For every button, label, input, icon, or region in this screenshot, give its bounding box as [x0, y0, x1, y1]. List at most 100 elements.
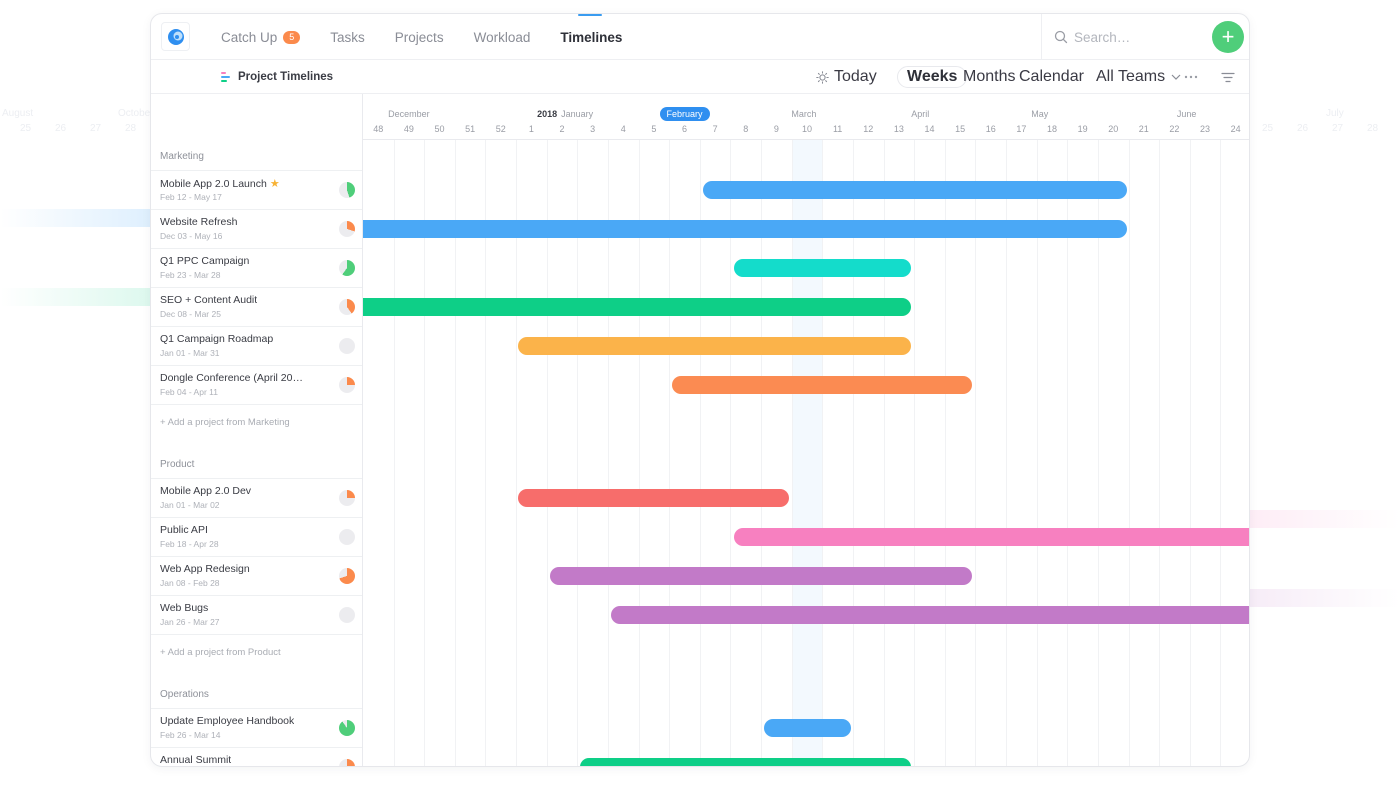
timeline-bar[interactable] [363, 219, 1127, 238]
project-name-text: Web Bugs [160, 602, 209, 614]
page-title: Project Timelines [221, 60, 333, 94]
project-name: Update Employee Handbook [160, 715, 294, 727]
week-label: 6 [682, 124, 688, 134]
month-label-text: April [911, 109, 930, 119]
project-row[interactable]: Public API Feb 18 - Apr 28 [151, 517, 362, 556]
project-name: Q1 PPC Campaign [160, 255, 249, 267]
app-window: Catch Up 5 Tasks Projects Workload Timelines … [150, 13, 1250, 767]
page-title-text: Project Timelines [238, 71, 334, 83]
month-label-text: December [388, 109, 430, 119]
timeline-bar[interactable] [518, 488, 789, 507]
add-project-link[interactable]: + Add a project from Product [160, 647, 281, 658]
week-label: 15 [955, 124, 966, 134]
nav-tab-catch-up[interactable]: Catch Up 5 [221, 14, 301, 60]
project-name-text: Website Refresh [160, 216, 238, 228]
project-dates: Jan 26 - Mar 27 [160, 617, 220, 627]
add-project-link[interactable]: + Add a project from Marketing [160, 417, 290, 428]
star-icon[interactable]: ★ [270, 178, 280, 190]
filter-icon [1221, 72, 1235, 82]
project-row[interactable]: Annual SummitJan 15 - Mar 30 [151, 747, 362, 766]
app-logo[interactable] [161, 22, 190, 51]
project-row[interactable]: Dongle Conference (April 201… Feb 04 - Ap… [151, 365, 362, 404]
week-label: 2 [559, 124, 565, 134]
timeline-bar[interactable] [733, 527, 1249, 546]
week-label: 50 [434, 124, 445, 134]
today-button[interactable]: Today [816, 60, 877, 94]
project-dates: Feb 23 - Mar 28 [160, 270, 221, 280]
timeline-header-divider [363, 139, 1249, 140]
offscreen-month-label: October [118, 108, 154, 119]
view-weeks-button[interactable]: Weeks [897, 66, 968, 88]
year-label: 2018 [537, 109, 558, 119]
nav-tab-timelines[interactable]: Timelines [560, 14, 622, 60]
week-label: 24 [1230, 124, 1241, 134]
add-button[interactable]: + [1212, 21, 1244, 53]
timeline-bar[interactable] [702, 180, 1127, 199]
month-label: June [1177, 109, 1197, 119]
section-header-marketing: Marketing [160, 151, 204, 162]
week-label: 19 [1077, 124, 1088, 134]
week-label: 7 [712, 124, 718, 134]
project-dates: Jan 01 - Mar 02 [160, 500, 220, 510]
view-calendar-button[interactable]: Calendar [1019, 60, 1084, 94]
project-row[interactable]: Q1 PPC Campaign Feb 23 - Mar 28 [151, 248, 362, 287]
progress-pie-icon [339, 568, 355, 584]
project-dates: Feb 12 - May 17 [160, 192, 222, 202]
project-row[interactable]: Website Refresh Dec 03 - May 16 [151, 209, 362, 248]
timeline-bar[interactable] [672, 375, 973, 394]
progress-pie-icon [339, 260, 355, 276]
offscreen-month-label: August [2, 108, 34, 119]
progress-pie-icon [339, 182, 355, 198]
project-row[interactable]: Web App Redesign Jan 08 - Feb 28 [151, 556, 362, 595]
project-name-text: Q1 Campaign Roadmap [160, 333, 274, 345]
project-row[interactable]: Web Bugs Jan 26 - Mar 27 [151, 595, 362, 634]
progress-pie-icon [339, 759, 355, 766]
timeline-bar[interactable] [549, 566, 973, 585]
main-nav: Catch Up 5 Tasks Projects Workload Timelines [221, 14, 652, 60]
timeline-bar[interactable] [611, 605, 1249, 624]
progress-pie-icon [339, 221, 355, 237]
offscreen-week-label: 26 [55, 123, 67, 134]
project-row[interactable]: Q1 Campaign Roadmap Jan 01 - Mar 31 [151, 326, 362, 365]
timeline-bar[interactable] [764, 718, 852, 737]
project-row[interactable]: Mobile App 2.0 Dev Jan 01 - Mar 02 [151, 478, 362, 517]
timeline-bar[interactable] [518, 336, 912, 355]
project-name: Mobile App 2.0 Launch ★ [160, 177, 280, 190]
offscreen-week-label: 25 [1262, 123, 1274, 134]
project-name: Dongle Conference (April 201… [160, 372, 305, 384]
week-label: 4 [620, 124, 626, 134]
timeline-grid: 48 49 50 51 52 1 2 3 4 5 6 7 8 9 10 11 12 13 14 15 16 17 18 19 2… [363, 94, 1249, 766]
month-label-text: June [1176, 109, 1197, 119]
view-months-button[interactable]: Months [963, 60, 1015, 94]
month-label: 2018 January [537, 109, 593, 119]
search-icon [1054, 30, 1068, 44]
project-name: Public API [160, 524, 208, 536]
nav-tab-workload[interactable]: Workload [474, 14, 531, 60]
offscreen-week-label: 27 [90, 123, 102, 134]
project-name-text: SEO + Content Audit [160, 294, 258, 306]
timeline-toolbar: Project Timelines Today Weeks Months Cal… [151, 60, 1249, 94]
timeline-bar[interactable] [363, 297, 912, 316]
project-row[interactable]: SEO + Content Audit Dec 08 - Mar 25 [151, 287, 362, 326]
week-gridline [1220, 140, 1222, 766]
month-label-text: May [1031, 109, 1049, 119]
nav-tab-tasks[interactable]: Tasks [330, 14, 365, 60]
week-label: 1 [528, 124, 534, 134]
project-name: Mobile App 2.0 Dev [160, 485, 251, 497]
project-row[interactable]: Update Employee Handbook Feb 26 - Mar 14 [151, 708, 362, 747]
month-label: April [911, 109, 929, 119]
week-label: 21 [1138, 124, 1149, 134]
project-name-text: Mobile App 2.0 Launch [160, 178, 267, 190]
week-gridline [1128, 140, 1130, 766]
team-filter-dropdown[interactable]: All Teams [1096, 60, 1181, 94]
more-options-button[interactable] [1184, 60, 1198, 94]
project-name-text: Mobile App 2.0 Dev [160, 485, 252, 497]
filter-button[interactable] [1221, 60, 1235, 94]
month-label[interactable]: February [659, 107, 710, 121]
timeline-bar[interactable] [733, 258, 912, 277]
project-name: Website Refresh [160, 216, 237, 228]
nav-tab-projects[interactable]: Projects [395, 14, 444, 60]
timeline-bar[interactable] [580, 757, 912, 766]
search-input[interactable] [1074, 29, 1194, 45]
project-row[interactable]: Mobile App 2.0 Launch ★ Feb 12 - May 17 [151, 170, 362, 209]
